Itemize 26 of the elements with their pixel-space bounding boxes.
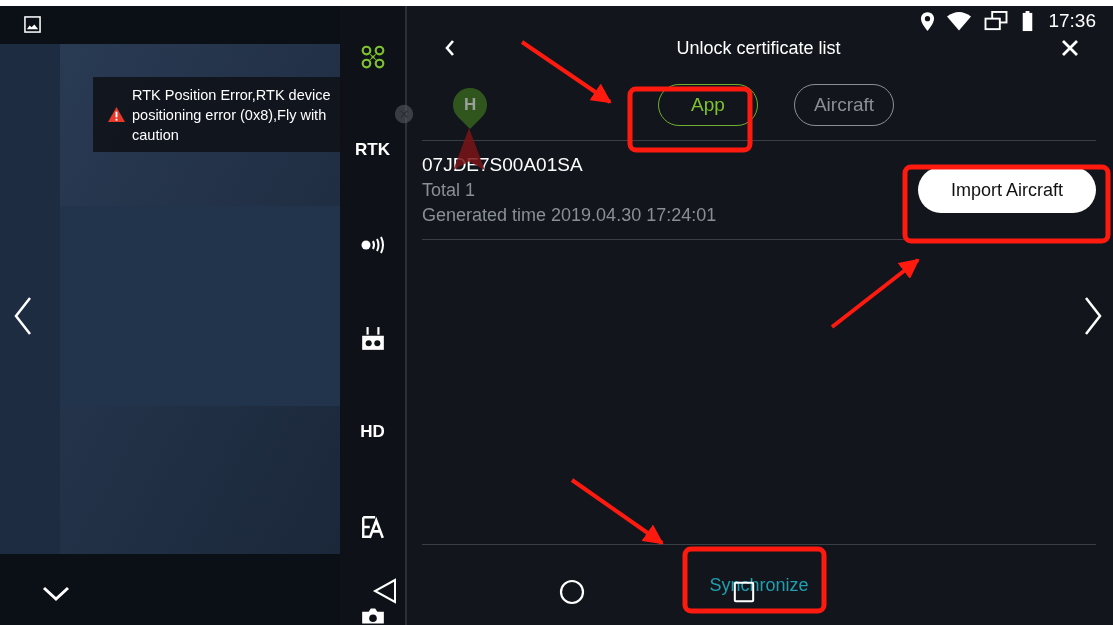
panel-title: Unlock certificate list <box>676 37 841 59</box>
camera-icon[interactable] <box>359 608 386 624</box>
screen-cast-icon <box>983 10 1010 32</box>
chevron-right-icon[interactable] <box>1083 296 1103 336</box>
location-icon <box>920 10 936 32</box>
nav-back-icon[interactable] <box>372 578 398 604</box>
warning-message: RTK Position Error,RTK device positioning error (0x8),Fly with caution <box>132 85 332 145</box>
synchronize-button[interactable]: Synchronize <box>709 575 809 596</box>
drone-icon[interactable] <box>359 44 386 70</box>
certificate-total: Total 1 <box>422 180 477 201</box>
generated-time: Generated time 2019.04.30 17:24:01 <box>422 205 717 226</box>
remote-controller-icon[interactable] <box>359 326 386 352</box>
translate-icon[interactable] <box>359 514 386 540</box>
nav-home-icon[interactable] <box>559 579 585 605</box>
sidebar-label[interactable]: RTK <box>355 140 390 160</box>
import-aircraft-button[interactable]: Import Aircraft <box>918 167 1096 213</box>
back-icon[interactable] <box>444 39 456 57</box>
sidebar-label[interactable]: HD <box>360 422 385 442</box>
chevron-down-icon[interactable] <box>42 586 70 602</box>
wifi-icon <box>946 10 973 32</box>
chevron-left-icon[interactable] <box>13 296 33 336</box>
certificate-serial: 07JDE7S00A01SA <box>422 154 584 176</box>
image-icon[interactable] <box>24 16 41 33</box>
clock-time: 17:36 <box>1048 10 1096 32</box>
close-icon[interactable] <box>1061 39 1079 57</box>
warning-icon <box>107 106 126 123</box>
